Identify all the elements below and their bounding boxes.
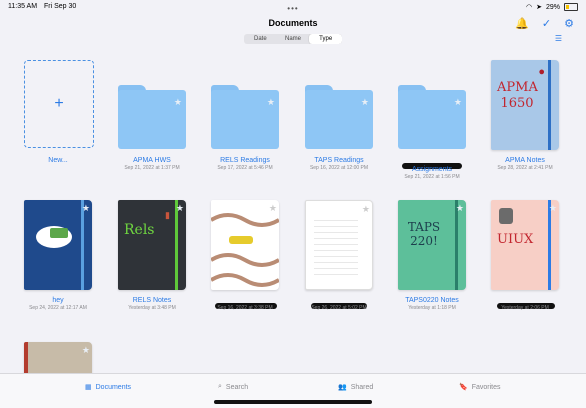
sort-date[interactable]: Date	[244, 34, 277, 44]
character-sticker	[499, 208, 513, 224]
star-icon[interactable]: ★	[82, 203, 90, 214]
item-date: Sep 21, 2022 at 1:37 PM	[124, 165, 180, 171]
search-icon: ⌕	[218, 383, 222, 390]
cover-text: APMA 1650	[497, 80, 538, 111]
folder-icon: ★	[398, 85, 466, 149]
folder-icon: ★	[305, 85, 373, 149]
location-icon: ➤	[536, 4, 542, 11]
item-label[interactable]: RELS Readings	[195, 157, 295, 164]
tab-search[interactable]: ⌕ Search	[218, 383, 248, 391]
star-icon[interactable]: ★	[269, 203, 277, 214]
bell-icon[interactable]: 🔔	[515, 17, 529, 30]
tab-label: Shared	[350, 383, 374, 391]
list-view-icon[interactable]: ☰	[555, 34, 562, 43]
battery-icon	[564, 3, 578, 11]
status-time: 11:35 AM	[8, 3, 38, 10]
notebook-cover: ★ UIUX	[491, 200, 559, 290]
tab-favorites[interactable]: 🔖 Favorites	[459, 383, 501, 392]
tab-bar: ▦ Documents ⌕ Search 👥 Shared 🔖 Favorite…	[0, 373, 586, 408]
item-label[interactable]: TAPS Readings	[289, 157, 389, 164]
item-label[interactable]: New...	[8, 157, 108, 164]
notebook-cover: ★	[211, 200, 279, 290]
tab-shared[interactable]: 👥 Shared	[338, 383, 374, 392]
page-title: Documents	[268, 18, 318, 28]
star-icon[interactable]: ★	[456, 203, 464, 214]
cover-text: Rels	[124, 222, 155, 238]
home-indicator[interactable]	[214, 400, 372, 404]
battery-percent: 29%	[545, 3, 560, 11]
bookmark-icon: 🔖	[459, 384, 468, 391]
item-label[interactable]: hey	[8, 297, 108, 304]
star-icon[interactable]: ★	[176, 203, 184, 214]
sort-segmented-control[interactable]: Date Name Type	[244, 34, 342, 44]
star-icon[interactable]: ★	[82, 345, 90, 356]
item-date: Sep 16, 2022 at 3:38 PM	[217, 305, 273, 311]
item-date: Yesterday at 3:48 PM	[128, 305, 176, 311]
star-icon[interactable]: ★	[454, 97, 462, 108]
item-label[interactable]: APMA HWS	[102, 157, 202, 164]
cover-text: UIUX	[497, 232, 534, 247]
cover-text: TAPS 220!	[407, 220, 441, 248]
item-date: Sep 24, 2022 at 12:17 AM	[29, 305, 87, 311]
item-label[interactable]: Assignments	[382, 166, 482, 173]
wifi-icon: ◠	[526, 4, 533, 11]
notebook-cover: ★	[305, 200, 373, 290]
item-date: Sep 21, 2022 at 1:56 PM	[404, 174, 460, 180]
folder-icon: ★	[211, 85, 279, 149]
grid-icon: ▦	[85, 384, 92, 391]
sort-name[interactable]: Name	[277, 34, 310, 44]
notebook-cover: ★ Rels ▮	[118, 200, 186, 290]
star-icon[interactable]: ★	[362, 204, 370, 215]
tab-label: Documents	[95, 383, 132, 391]
notebook-cover: ★	[24, 200, 92, 290]
tab-label: Favorites	[471, 383, 501, 391]
gear-icon[interactable]: ⚙	[564, 17, 574, 30]
sort-type[interactable]: Type	[309, 34, 342, 44]
item-date: Sep 17, 2022 at 5:46 PM	[217, 165, 273, 171]
bookmark-sticker-icon: ▮	[165, 210, 170, 220]
folder-icon: ★	[118, 85, 186, 149]
item-date: Sep 26, 2022 at 5:02 PM	[311, 305, 367, 311]
item-label[interactable]: RELS Notes	[102, 297, 202, 304]
ladybug-icon: ●	[538, 66, 545, 78]
book-sticker	[50, 228, 68, 238]
plus-icon: +	[54, 95, 64, 112]
notebook-cover: APMA 1650 ●	[491, 60, 559, 150]
item-label[interactable]: TAPS0220 Notes	[382, 297, 482, 304]
notebook-cover: ★ TAPS 220!	[398, 200, 466, 290]
star-icon[interactable]: ★	[361, 97, 369, 108]
item-label[interactable]: APMA Notes	[475, 157, 575, 164]
item-date: Sep 28, 2022 at 2:41 PM	[497, 165, 553, 171]
check-badge-icon[interactable]: ✓	[542, 17, 551, 30]
new-document-box[interactable]: +	[24, 60, 94, 148]
item-date: Sep 16, 2022 at 12:00 PM	[309, 165, 369, 171]
tab-label: Search	[225, 383, 249, 391]
lined-page	[314, 215, 358, 279]
multitask-dots[interactable]: •••	[287, 4, 298, 13]
status-date: Fri Sep 30	[44, 3, 77, 10]
item-date: Yesterday at 2:06 PM	[501, 305, 549, 311]
tab-documents[interactable]: ▦ Documents	[85, 383, 132, 392]
star-icon[interactable]: ★	[267, 97, 275, 108]
status-bar: 11:35 AM Fri Sep 30 ••• ◠ ➤ 29%	[0, 0, 586, 14]
star-icon[interactable]: ★	[549, 203, 557, 214]
item-date: Yesterday at 1:18 PM	[408, 305, 456, 311]
people-icon: 👥	[338, 384, 347, 391]
star-icon[interactable]: ★	[174, 97, 182, 108]
